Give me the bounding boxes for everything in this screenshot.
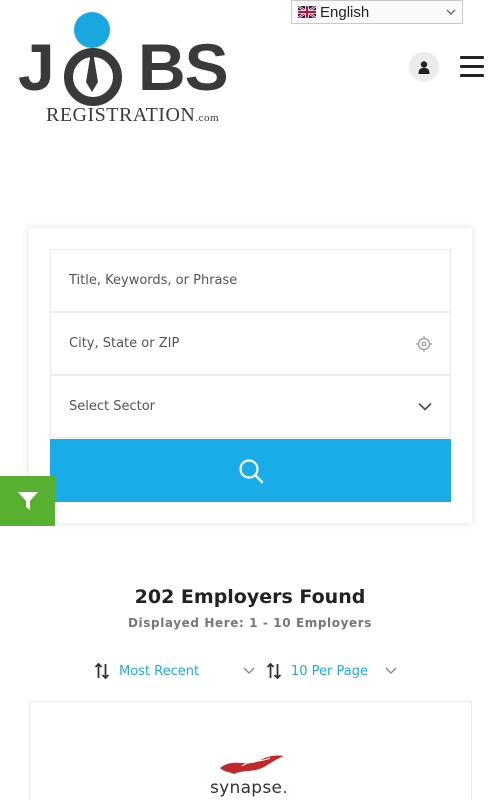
logo-letters-bs: BS: [138, 30, 229, 104]
logo-subtitle: REGISTRATION.com: [46, 104, 220, 126]
chevron-down-icon: [243, 667, 255, 674]
employer-card[interactable]: synapse.: [29, 701, 472, 800]
search-button[interactable]: [50, 439, 451, 502]
keywords-input[interactable]: [69, 250, 450, 311]
sector-select[interactable]: Select Sector: [50, 375, 451, 438]
filter-button[interactable]: [0, 476, 55, 526]
chevron-down-icon: [446, 9, 456, 15]
employer-logo[interactable]: synapse.: [208, 752, 298, 800]
search-icon: [238, 458, 263, 483]
chevron-down-icon: [385, 667, 397, 674]
sort-icon: [267, 663, 281, 679]
language-label: English: [320, 3, 370, 21]
per-page-select[interactable]: 10 Per Page: [267, 660, 397, 682]
crosshair-icon[interactable]: [416, 335, 432, 352]
keywords-field[interactable]: [50, 249, 451, 312]
hamburger-icon[interactable]: [460, 56, 484, 78]
site-logo[interactable]: J BS REGISTRATION.com: [18, 12, 229, 126]
results-range: Displayed Here: 1 - 10 Employers: [127, 616, 373, 630]
job-search-form: Select Sector: [29, 228, 472, 523]
logo-letter-j: J: [18, 30, 55, 104]
logo-head: [74, 12, 110, 48]
synapse-bird-icon: [220, 755, 284, 774]
sector-select-value: Select Sector: [69, 399, 156, 414]
sort-label: Most Recent: [119, 663, 200, 679]
chevron-down-icon: [418, 402, 432, 411]
sort-icon: [95, 663, 109, 679]
employer-name: synapse: [210, 778, 283, 798]
user-icon: [418, 60, 430, 74]
filter-icon: [17, 492, 38, 510]
language-select[interactable]: English: [291, 0, 463, 24]
sort-select[interactable]: Most Recent: [95, 660, 255, 682]
results-count-title: 202 Employers Found: [134, 586, 366, 608]
location-input[interactable]: [69, 313, 450, 374]
per-page-label: 10 Per Page: [291, 663, 368, 679]
location-field[interactable]: [50, 312, 451, 375]
logo-tie-icon: [86, 52, 98, 92]
uk-flag-icon: [298, 6, 316, 18]
employer-name-dot: .: [282, 778, 289, 798]
account-button[interactable]: [409, 52, 439, 82]
